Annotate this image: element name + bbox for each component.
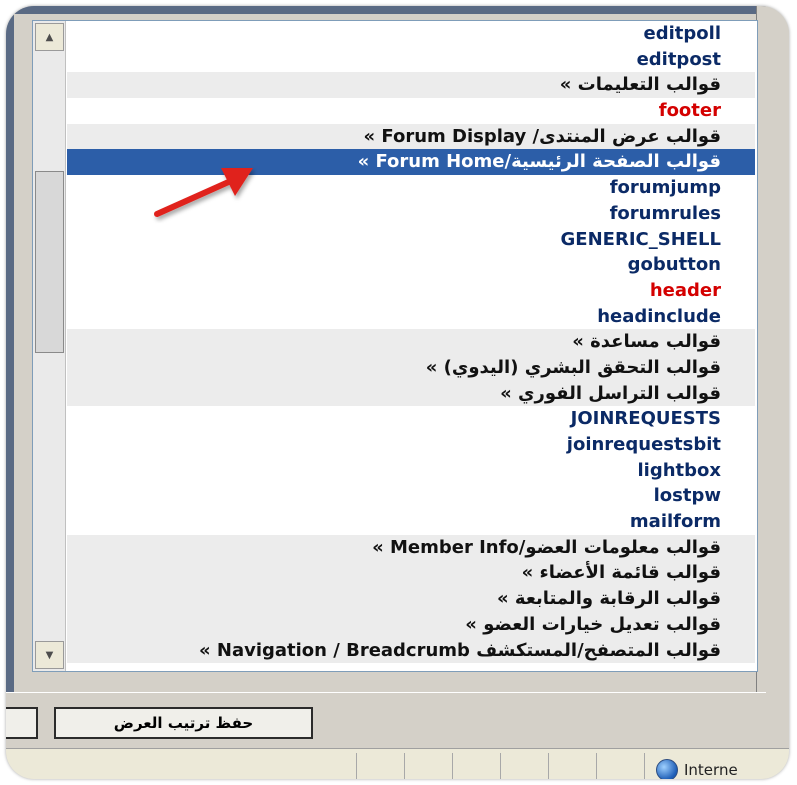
save-display-order-button[interactable]: حفظ ترتيب العرض — [54, 707, 313, 739]
status-separator — [356, 753, 357, 779]
listbox-items: editpoll editpost قوالب التعليمات » footer ق… — [67, 21, 755, 671]
list-item[interactable]: editpost — [67, 47, 755, 73]
scrollbar-thumb[interactable] — [35, 171, 64, 353]
list-item[interactable]: قوالب مساعدة » — [67, 329, 755, 355]
list-item[interactable]: قوالب التحقق البشري (اليدوي) » — [67, 354, 755, 381]
list-item[interactable]: قوالب قائمة الأعضاء » — [67, 560, 755, 587]
list-item[interactable]: joinrequestsbit — [67, 432, 755, 458]
bottom-toolbar: حفظ ترتيب العرض — [6, 692, 766, 739]
list-item[interactable]: قوالب تعديل خيارات العضو » — [67, 611, 755, 638]
status-separator — [500, 753, 501, 779]
list-item[interactable]: mailform — [67, 509, 755, 535]
security-zone-label: Interne — [684, 761, 738, 779]
list-item[interactable]: gobutton — [67, 252, 755, 278]
list-item[interactable]: قوالب التراسل الفوري » — [67, 380, 755, 407]
list-item[interactable]: قوالب معلومات العضو/Member Info » — [67, 534, 755, 561]
list-item[interactable]: GENERIC_SHELL — [67, 227, 755, 253]
window-border-top — [6, 6, 766, 14]
list-item[interactable]: editpoll — [67, 21, 755, 47]
globe-icon — [656, 759, 678, 779]
list-item[interactable]: footer — [67, 98, 755, 124]
screenshot-frame: ▲ ▼ editpoll editpost قوالب التعليمات » foo… — [0, 0, 797, 785]
list-item[interactable]: JOINREQUESTS — [67, 406, 755, 432]
window: ▲ ▼ editpoll editpost قوالب التعليمات » foo… — [6, 6, 789, 779]
window-border-left — [6, 6, 14, 706]
list-item[interactable]: headinclude — [67, 304, 755, 330]
list-item[interactable]: قوالب التعليمات » — [67, 72, 755, 99]
list-item[interactable]: قوالب عرض المنتدى/ Forum Display » — [67, 123, 755, 150]
status-separator — [548, 753, 549, 779]
scroll-up-icon[interactable]: ▲ — [35, 23, 64, 51]
status-separator — [452, 753, 453, 779]
list-item[interactable]: قوالب المتصفح/المستكشف Navigation / Brea… — [67, 637, 755, 664]
secondary-button[interactable] — [6, 707, 38, 739]
scroll-down-icon[interactable]: ▼ — [35, 641, 64, 669]
list-item[interactable]: قوالب الرقابة والمتابعة » — [67, 586, 755, 612]
status-separator — [404, 753, 405, 779]
status-separator — [596, 753, 597, 779]
window-right-panel — [756, 6, 789, 706]
list-item[interactable]: lightbox — [67, 458, 755, 484]
status-separator — [644, 753, 645, 779]
list-item[interactable]: lostpw — [67, 483, 755, 509]
list-item[interactable]: header — [67, 278, 755, 304]
vertical-scrollbar[interactable]: ▲ ▼ — [33, 21, 66, 671]
template-listbox[interactable]: ▲ ▼ editpoll editpost قوالب التعليمات » foo… — [32, 20, 758, 672]
red-arrow-icon — [154, 168, 253, 217]
security-zone: Interne — [656, 757, 738, 779]
status-bar: Interne — [6, 748, 789, 779]
